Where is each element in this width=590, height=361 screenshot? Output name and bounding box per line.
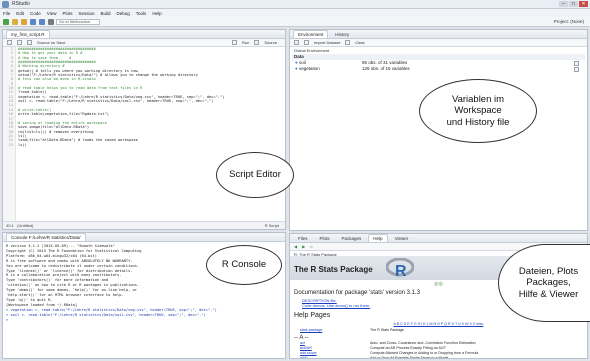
broom-icon[interactable] [345,40,351,45]
window-titlebar: RStudio – □ ✕ [0,0,590,9]
console-tabs: Console F:/Lehre/R statistics/Data/ [3,233,285,242]
menu-file[interactable]: File [3,11,10,16]
window-controls: – □ ✕ [559,1,588,7]
tab-script[interactable]: my_first_script.R [6,30,50,38]
project-menu[interactable]: Project: (None) [554,19,584,24]
window-title: RStudio [12,1,30,7]
package-link[interactable]: stats-package [300,328,322,332]
function-link[interactable]: add.scope [300,351,317,355]
tab-history[interactable]: History [330,30,354,38]
environment-scope[interactable]: Global Environment [294,48,329,53]
object-description: 126 obs. of 15 variables [362,66,410,71]
back-arrow-icon[interactable]: ◀ [294,244,297,249]
editor-tabs: my_first_script.R [3,30,285,39]
open-project-icon[interactable] [12,19,18,25]
close-button[interactable]: ✕ [579,1,588,7]
menu-edit[interactable]: Edit [16,11,24,16]
print-icon[interactable] [48,19,54,25]
function-list: acf Auto- and Cross- Covariance and -Corr… [290,341,587,358]
menu-help[interactable]: Help [152,11,161,16]
files-tabs: Files Plots Packages Help Viewer [290,234,587,243]
menu-debug[interactable]: Debug [117,11,130,16]
source-button[interactable]: Source [264,40,277,45]
save-workspace-icon[interactable] [304,40,309,45]
save-icon[interactable] [30,19,36,25]
home-icon[interactable]: ⌂ [310,244,312,249]
function-desc: Add or Drop All Possible Single Terms to… [370,356,449,358]
run-icon[interactable] [231,40,237,45]
annotation-files: Dateien, Plots Packages, Hilfe & Viewer [498,244,590,322]
code-line[interactable]: ls() [18,143,285,147]
r-logo-icon: R [386,258,414,278]
view-data-icon[interactable] [574,60,579,66]
environment-toolbar: Import Dataset Clear [290,39,587,47]
source-on-save-label: Source on Save [37,40,66,45]
menu-view[interactable]: View [47,11,57,16]
forward-icon[interactable] [17,40,22,45]
tab-packages[interactable]: Packages [337,234,367,242]
tab-viewer[interactable]: Viewer [390,234,414,242]
run-button[interactable]: Run [242,40,249,45]
object-name: ● vegetation [295,66,320,71]
view-data-icon[interactable] [574,66,579,72]
maximize-button[interactable]: □ [569,1,578,7]
menu-plots[interactable]: Plots [62,11,72,16]
source-icon[interactable] [254,40,260,45]
menu-code[interactable]: Code [30,11,41,16]
save-all-icon[interactable] [39,19,45,25]
svg-text:R: R [395,263,407,278]
minimize-button[interactable]: – [559,1,568,7]
list-item: add1 Add or Drop All Possible Single Term… [290,356,587,358]
annotation-console: R Console [206,245,282,285]
cursor-position: 40:1 [6,223,14,228]
editor-status-bar: 40:1 (Untitled) R Script [3,221,285,229]
script-editor-pane: my_first_script.R Source on Save Run Sou… [2,29,286,230]
tab-environment[interactable]: Environment [293,30,329,38]
alphabet-index[interactable]: A B C D E F G H I K L M N O P Q R S T U … [394,322,484,326]
line-number-gutter: 1 2 3 4 5 6 7 8 9 10 11 12 13 14 15 16 17 18 19 20 21 22 23 [3,47,16,221]
function-link[interactable]: acf [300,341,305,345]
rstudio-logo-icon [2,1,9,8]
forward-arrow-icon[interactable]: ▶ [302,244,305,249]
menu-tools[interactable]: Tools [136,11,147,16]
code-demos-link[interactable]: Code demos. Use demo() to run them. [302,303,370,308]
help-header-title: The R Stats Package [294,265,373,274]
tab-help[interactable]: Help [368,234,388,242]
back-icon[interactable] [7,40,12,45]
function-link[interactable]: acf2AR [300,346,312,350]
package-desc: The R Stats Package [370,328,404,332]
import-dataset-button[interactable]: Import Dataset [314,40,340,45]
menu-bar: File Edit Code View Plots Session Build … [0,9,590,17]
function-link[interactable]: add1 [300,356,308,358]
goto-file-input[interactable]: Go to file/function [56,19,100,25]
menu-build[interactable]: Build [101,11,111,16]
annotation-script-editor: Script Editor [216,152,294,198]
console-line: > [6,317,9,322]
menu-session[interactable]: Session [79,11,95,16]
environment-tabs: Environment History [290,30,587,39]
scope-indicator[interactable]: (Untitled) [17,223,33,228]
annotation-workspace: Variablen im Workspace und History file [419,79,537,143]
table-row[interactable]: ● vegetation 126 obs. of 15 variables [292,66,585,72]
new-file-icon[interactable] [3,19,9,25]
source-on-save-checkbox[interactable] [27,40,32,45]
tab-console[interactable]: Console F:/Lehre/R statistics/Data/ [6,233,86,241]
tab-plots[interactable]: Plots [315,234,335,242]
file-type-indicator[interactable]: R Script [265,222,279,229]
main-toolbar: Go to file/function Project: (None) [0,17,590,27]
tab-files[interactable]: Files [293,234,313,242]
load-workspace-icon[interactable] [294,40,299,45]
open-file-icon[interactable] [21,19,27,25]
environment-table: Data ● soil 95 obs. of 31 variables ● ve… [292,54,585,72]
line-number: 23 [8,142,13,147]
list-item: stats-package The R Stats Package [290,328,587,333]
clear-button[interactable]: Clear [355,40,365,45]
editor-toolbar: Source on Save Run Source [3,39,285,47]
